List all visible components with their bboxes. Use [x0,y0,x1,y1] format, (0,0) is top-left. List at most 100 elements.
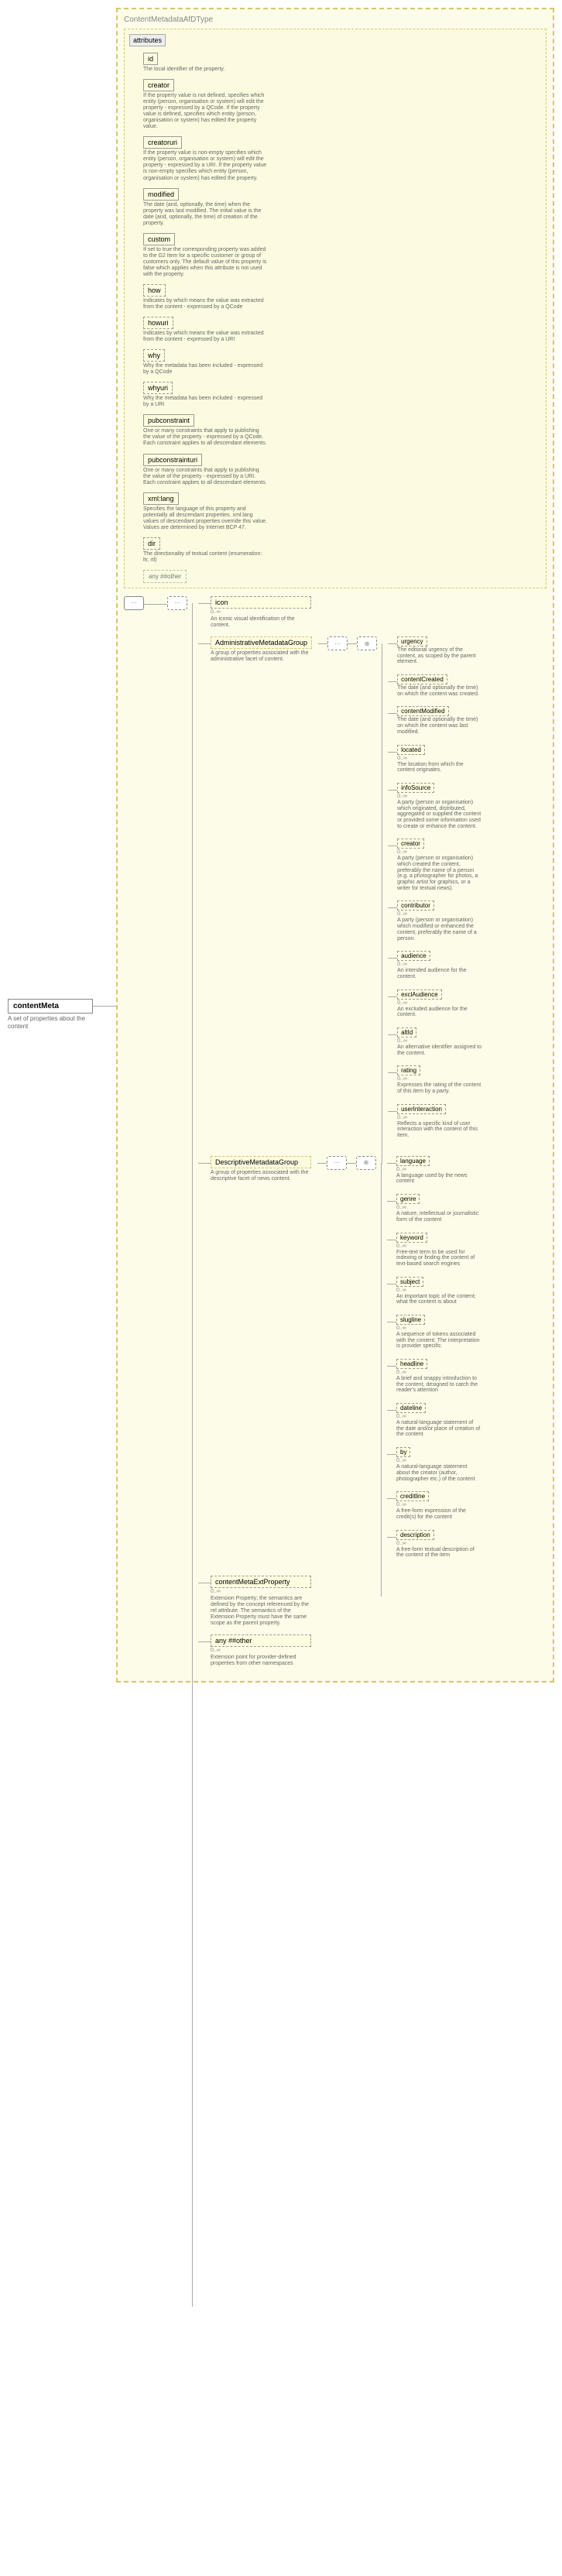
cardinality: 0..∞ [396,1458,481,1463]
leaf-userInteraction: userInteraction [397,1104,446,1114]
sequence-connector: ⋯ [327,1156,347,1170]
attr-desc: Indicates by which means the value was e… [143,331,267,343]
cardinality: 0..∞ [397,1038,482,1044]
content-meta-desc: A set of properties about the content [8,1015,93,1030]
leaf-creditline: creditline [396,1491,429,1501]
leaf-headline: headline [396,1359,427,1369]
child-row: DescriptiveMetadataGroupA group of prope… [198,1156,547,1568]
attr-creatoruri: creatoruriIf the property value is non-e… [143,136,267,181]
leaf-row: infoSource0..∞A party (person or organis… [388,783,482,834]
leaf-exclAudience: exclAudience [397,990,442,1000]
type-container: ContentMetadataAfDType attributes idThe … [116,8,554,1682]
attr-desc: One or many constraints that apply to pu… [143,428,267,447]
child-desc: Extension Property; the semantics are de… [211,1596,311,1627]
leaf-keyword: keyword [396,1233,427,1243]
leaf-contentModified: contentModified [397,706,448,716]
attr-desc: Why the metadata has been included - exp… [143,363,267,376]
attr-name: how [143,284,166,297]
cardinality: 0..∞ [397,794,482,799]
leaf-desc: The date (and optionally the time) on wh… [397,685,482,697]
leaf-dateline: dateline [396,1403,426,1413]
leaf-row: by0..∞A natural-language statement about… [387,1447,481,1487]
leaf-row: creditline0..∞A free-form expression of … [387,1491,481,1525]
children-container: ⋯ ⋯ icon0..∞An iconic visual identificat… [124,596,547,1675]
attr-name: why [143,349,165,362]
leaf-row: genre0..∞A nature, intellectual or journ… [387,1194,481,1227]
attr-how: howIndicates by which means the value wa… [143,284,267,310]
leaf-row: contentModifiedThe date (and optionally … [388,706,482,739]
element-contentMetaExtProperty: contentMetaExtProperty [211,1576,311,1588]
attr-pubconstrainturi: pubconstrainturiOne or many constraints … [143,454,267,486]
leaf-row: rating0..∞Expresses the rating of the co… [388,1065,482,1099]
attr-desc: The date (and, optionally, the time) whe… [143,202,267,227]
leaf-row: userInteraction0..∞Reflects a specific k… [388,1104,482,1144]
leaf-row: description0..∞A free-form textual descr… [387,1530,481,1563]
leaf-row: altId0..∞An alternative identifier assig… [388,1027,482,1061]
group-DescriptiveMetadataGroup: DescriptiveMetadataGroup [211,1156,311,1168]
leaf-contributor: contributor [397,900,434,911]
leaf-row: exclAudience0..∞An excluded audience for… [388,990,482,1023]
attr-name: id [143,53,158,65]
attr-desc: If the property value is not defined, sp… [143,93,267,130]
cardinality: 0..∞ [397,1076,482,1082]
leaf-desc: An alternative identifier assigned to th… [397,1044,482,1056]
cardinality: 0..∞ [396,1288,481,1293]
child-row: icon0..∞An iconic visual identification … [198,596,547,629]
cardinality: 0..∞ [396,1205,481,1210]
leaf-desc: An important topic of the content; what … [396,1294,481,1305]
cardinality: 0..∞ [397,849,482,855]
cardinality: 0..∞ [396,1370,481,1375]
leaf-desc: A party (person or organisation) which c… [397,856,482,891]
diagram-root: contentMeta A set of properties about th… [8,8,554,1682]
attr-desc: The directionality of textual content (e… [143,551,267,564]
connector [144,604,167,605]
element-icon: icon [211,596,311,609]
leaf-urgency: urgency [397,636,427,647]
leaf-rating: rating [397,1065,420,1075]
leaf-row: dateline0..∞A natural-language statement… [387,1403,481,1442]
cardinality: 0..∞ [397,756,482,761]
leaf-desc: A brief and snappy introduction to the c… [396,1376,481,1394]
leaf-desc: A sequence of tokens associated with the… [396,1332,481,1350]
choice-connector: ⊕ [357,636,377,650]
subgroup: ⋯⊕language0..∞A language used by the new… [317,1156,481,1568]
attr-name: dir [143,537,160,550]
leaf-desc: A nature, intellectual or journalistic f… [396,1211,481,1223]
child-desc: A group of properties associated with th… [211,650,311,663]
cardinality: 0..∞ [397,911,482,917]
cardinality: 0..∞ [396,1326,481,1331]
attr-desc: Why the metadata has been included - exp… [143,396,267,408]
leaf-row: creator0..∞A party (person or organisati… [388,839,482,896]
leaf-desc: An intended audience for the content. [397,968,482,979]
cardinality: 0..∞ [397,1000,482,1006]
leaf-altId: altId [397,1027,416,1038]
cardinality: 0..∞ [396,1502,481,1508]
attr-name: howuri [143,317,173,329]
child-row: contentMetaExtProperty0..∞Extension Prop… [198,1576,547,1627]
leaf-desc: The location from which the content orig… [397,762,482,773]
attr-custom: customIf set to true the corresponding p… [143,233,267,278]
attr-dir: dirThe directionality of textual content… [143,537,267,564]
attr-xmllang: xml:langSpecifies the language of this p… [143,492,267,531]
attr-desc: If the property value is non-empty speci… [143,150,267,181]
choice-connector: ⊕ [356,1156,376,1170]
cardinality: 0..∞ [211,609,311,615]
child-row: any ##other0..∞Extension point for provi… [198,1634,547,1667]
attributes-header: attributes [129,34,166,46]
attr-modified: modifiedThe date (and, optionally, the t… [143,188,267,227]
child-row: AdministrativeMetadataGroupA group of pr… [198,636,547,1148]
attr-name: modified [143,188,179,201]
attr-why: whyWhy the metadata has been included - … [143,349,267,376]
attr-name: pubconstrainturi [143,454,202,466]
leaf-row: keyword0..∞Free-text term to be used for… [387,1233,481,1272]
group-AdministrativeMetadataGroup: AdministrativeMetadataGroup [211,636,312,649]
leaf-creator: creator [397,839,424,849]
leaf-desc: Free-text term to be used for indexing o… [396,1250,481,1267]
attr-pubconstraint: pubconstraintOne or many constraints tha… [143,414,267,447]
child-desc: An iconic visual identification of the c… [211,616,311,629]
attr-desc: Indicates by which means the value was e… [143,298,267,310]
leaf-desc: A natural-language statement about the c… [396,1464,481,1482]
attr-name: xml:lang [143,492,179,505]
cardinality: 0..∞ [396,1167,481,1172]
attr-name: creatoruri [143,136,182,149]
